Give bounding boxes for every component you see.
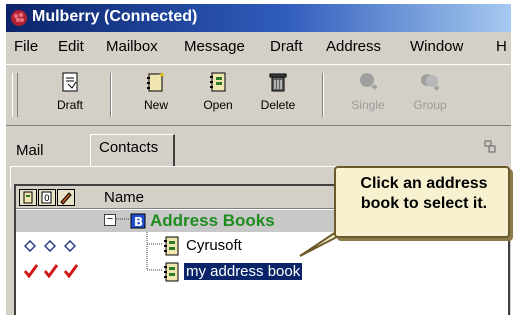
instruction-callout: Click an address book to select it. [334,166,510,238]
column-edit-icon[interactable] [57,189,75,206]
svg-text:0: 0 [44,194,50,204]
menu-address[interactable]: Address [326,38,381,55]
callout-text: Click an address book to select it. [360,175,488,212]
diamond-icon[interactable] [64,240,76,252]
diamond-icon[interactable] [44,240,56,252]
menu-edit[interactable]: Edit [58,38,84,55]
checkmark-icon[interactable] [24,264,38,278]
menu-file[interactable]: File [14,38,38,55]
menu-bar: File Edit Mailbox Message Draft Address … [6,34,511,60]
toolbar-separator [110,73,112,117]
diamond-icon[interactable] [24,240,36,252]
address-books-icon: B [130,213,146,229]
toolbar: Draft New Open Delete Single Group [6,64,511,126]
draft-button[interactable]: Draft [44,71,96,112]
pane-options-icon[interactable] [484,140,498,154]
delete-label: Delete [260,98,296,112]
delete-button[interactable]: Delete [252,71,304,112]
column-book-icon[interactable] [19,189,37,206]
group-contact-icon [421,74,439,91]
new-contact-icon [147,72,165,92]
tab-bar: Mail Contacts [6,126,511,167]
list-item[interactable]: my address book [16,260,508,284]
single-label: Single [351,98,385,112]
menu-help[interactable]: H [496,38,507,55]
address-book-icon [164,262,179,282]
new-label: New [143,98,168,112]
mulberry-icon [11,10,27,26]
trash-icon [269,73,287,92]
menu-mailbox[interactable]: Mailbox [106,38,158,55]
toolbar-grip[interactable] [12,73,18,117]
checkmark-icon[interactable] [64,264,78,278]
tab-contacts[interactable]: Contacts [90,134,175,167]
new-button[interactable]: New [130,71,182,112]
group-label: Group [413,98,447,112]
window-title: Mulberry (Connected) [32,8,198,25]
column-search-icon[interactable]: 0 [38,189,56,206]
menu-window[interactable]: Window [410,38,463,55]
draft-label: Draft [56,98,83,112]
list-item-label: Cyrusoft [186,237,242,254]
tab-mail-label: Mail [16,142,44,159]
menu-draft[interactable]: Draft [270,38,303,55]
draft-icon [62,72,78,92]
column-name-header[interactable]: Name [104,189,144,206]
open-label: Open [203,98,233,112]
single-contact-icon [360,73,377,90]
address-book-icon [210,72,226,92]
svg-text:B: B [134,215,143,229]
tree-line [116,218,130,220]
group-button[interactable]: Group [404,71,456,112]
tab-mail[interactable]: Mail [16,142,44,159]
tab-contacts-label: Contacts [99,139,159,156]
address-book-icon [164,236,179,256]
toolbar-separator [322,73,324,117]
title-bar[interactable]: Mulberry (Connected) [6,4,511,32]
open-button[interactable]: Open [192,71,244,112]
single-button[interactable]: Single [342,71,394,112]
collapse-icon[interactable]: − [104,214,116,226]
address-books-label: Address Books [150,211,275,230]
checkmark-icon[interactable] [44,264,58,278]
menu-message[interactable]: Message [184,38,245,55]
app-window: Mulberry (Connected) File Edit Mailbox M… [6,4,511,315]
list-item-label-selected: my address book [184,263,303,280]
